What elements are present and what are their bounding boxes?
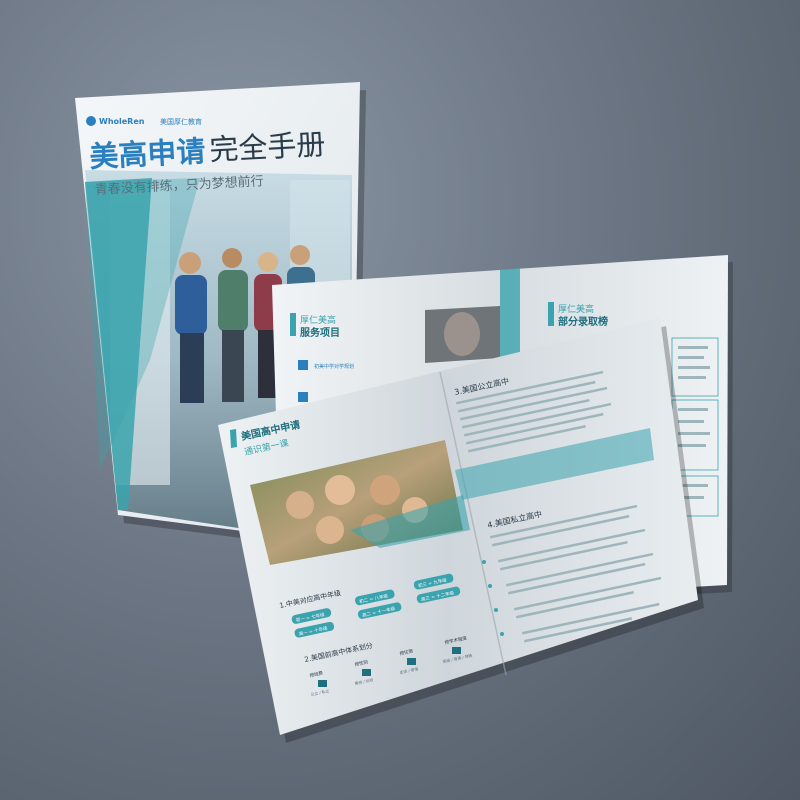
people-icon	[452, 647, 461, 654]
logo-brand: WholeRen	[99, 117, 145, 126]
logo-tag: 美国厚仁教育	[160, 117, 202, 126]
back-left-heading-2: 服务项目	[300, 326, 340, 339]
back-right-heading-2: 部分录取榜	[558, 315, 608, 328]
building-icon	[318, 680, 327, 687]
house-icon	[362, 669, 371, 676]
back-right-heading-1: 厚仁美高	[558, 303, 594, 315]
bed-icon	[407, 658, 416, 665]
back-left-heading-1: 厚仁美高	[300, 314, 336, 326]
service-item-1: 初美中学对学规划	[314, 363, 354, 370]
cover-title-main: 美高申请	[89, 134, 207, 174]
cover-title-rest: 完全手册	[209, 127, 327, 167]
brochure-scene: WholeRen 美国厚仁教育 美高申请 完全手册 青春没有排练，只为梦想前行 …	[75, 82, 733, 743]
logo-icon	[86, 116, 96, 126]
